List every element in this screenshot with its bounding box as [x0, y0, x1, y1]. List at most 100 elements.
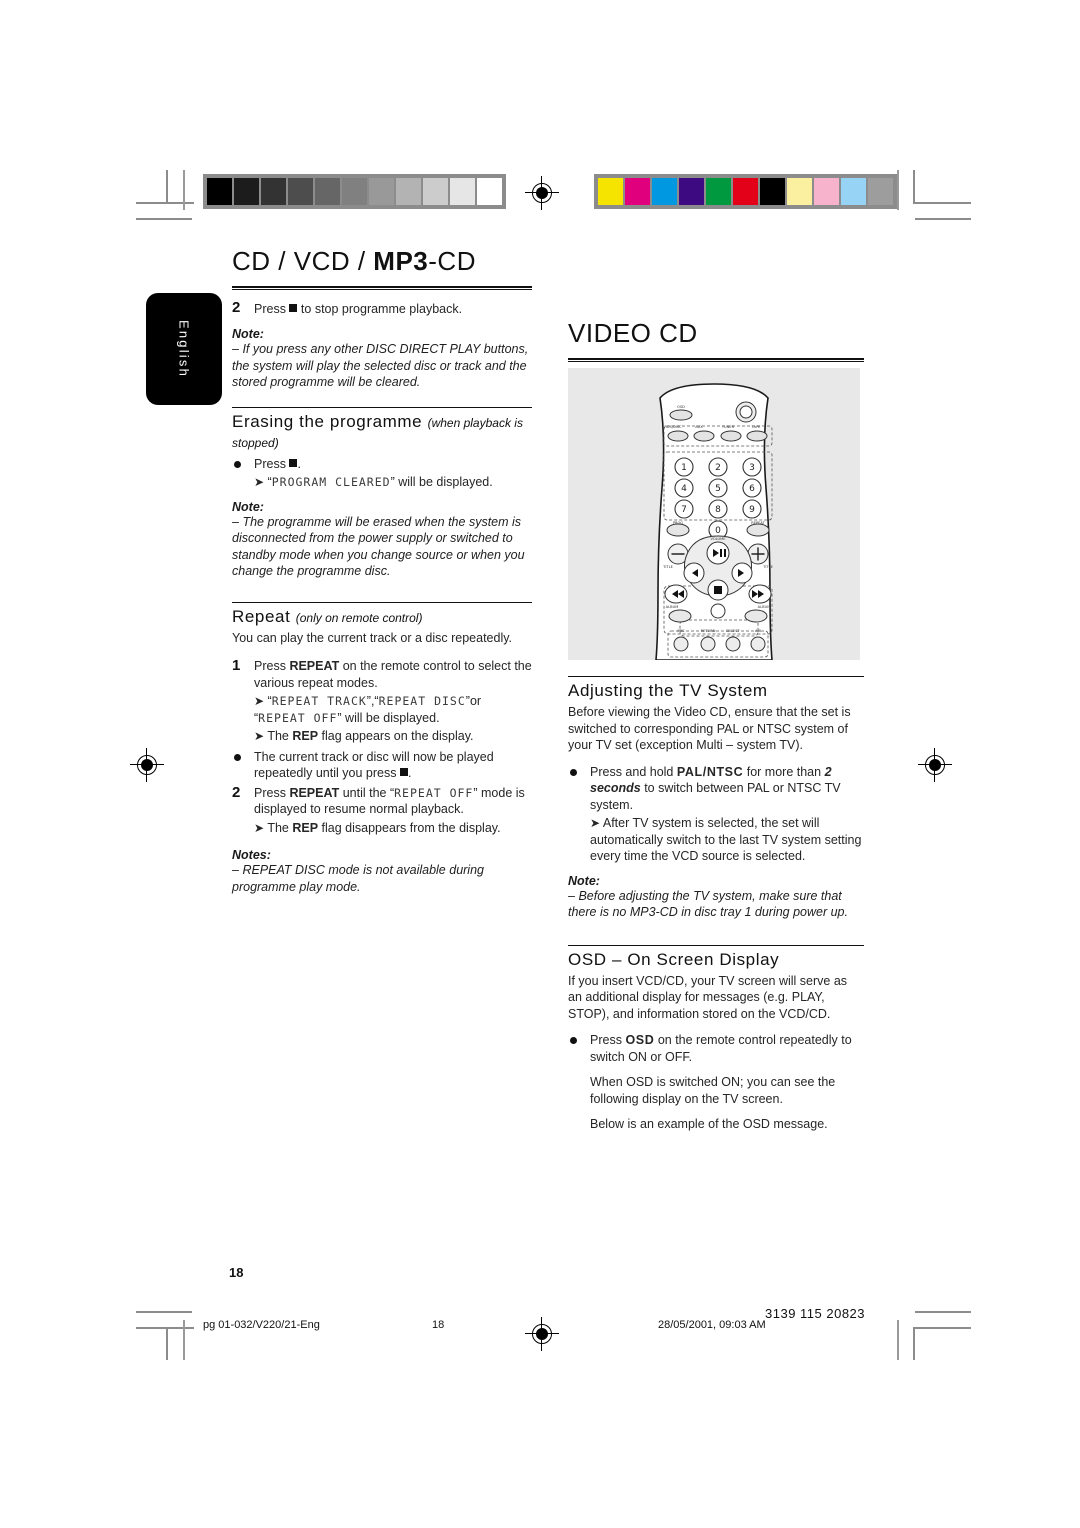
- language-tab: English: [146, 293, 222, 405]
- step-repeat-1-flag: ➤ The REP flag appears on the display.: [254, 729, 474, 743]
- page-number: 18: [229, 1265, 244, 1280]
- chapter-title-part-a: CD / VCD /: [232, 246, 374, 276]
- footer-document-code: 3139 115 20823: [765, 1306, 866, 1321]
- svg-text:TAPE: TAPE: [751, 425, 762, 429]
- svg-text:ALBUM: ALBUM: [666, 605, 679, 609]
- erasing-display-line: ➤ “PROGRAM CLEARED” will be displayed.: [254, 475, 493, 489]
- rep-flag-label: REP: [292, 729, 319, 743]
- color-swatch-0: [598, 178, 623, 205]
- crop-mark-bottom-right-h2: [915, 1311, 971, 1313]
- bullet-dot-icon: [570, 768, 577, 776]
- grayscale-calibration-bar: [203, 174, 506, 209]
- section-heading-tv-system: Adjusting the TV System: [568, 681, 768, 700]
- left-column: CD / VCD / MP3-CD 2 Press to stop progra…: [232, 246, 532, 895]
- color-swatch-9: [841, 178, 866, 205]
- rep-flag-label: REP: [292, 820, 319, 835]
- step-repeat-1-text: Press REPEAT on the remote control to se…: [254, 659, 532, 690]
- chapter-title-rule: [232, 286, 532, 290]
- svg-text:TITLE: TITLE: [662, 565, 673, 569]
- footer-filename: pg 01-032/V220/21-Eng: [203, 1319, 320, 1331]
- bullet-pal-ntsc-text: Press and hold PAL/NTSC for more than 2 …: [590, 764, 841, 812]
- bullet-press-stop: Press . ➤ “PROGRAM CLEARED” will be disp…: [232, 456, 532, 491]
- arrow-right-icon: ➤: [254, 820, 265, 835]
- step-stop-programme: 2 Press to stop programme playback.: [232, 299, 532, 318]
- stop-square-icon: [289, 304, 298, 312]
- right-column: VIDEO CD: [568, 318, 864, 372]
- grayscale-swatch-10: [477, 178, 502, 205]
- svg-text:OSD: OSD: [677, 405, 685, 409]
- grayscale-swatch-6: [369, 178, 394, 205]
- svg-text:ALBUM: ALBUM: [758, 605, 771, 609]
- lcd-text-repeat-off: REPEAT OFF: [258, 710, 338, 725]
- color-swatch-6: [760, 178, 785, 205]
- crop-mark-top-left-h: [136, 202, 194, 204]
- grayscale-swatch-7: [396, 178, 421, 205]
- crop-mark-top-right-h: [913, 202, 971, 204]
- step-number: 2: [232, 783, 241, 801]
- footer-page-number: 18: [432, 1319, 445, 1331]
- svg-text:TUNER: TUNER: [721, 425, 735, 429]
- note-body-1: – If you press any other DISC DIRECT PLA…: [232, 342, 529, 389]
- svg-text:9: 9: [749, 505, 755, 515]
- key-repeat: REPEAT: [289, 659, 340, 673]
- stop-square-icon: [289, 458, 298, 467]
- notes-body-repeat: – REPEAT DISC mode is not available duri…: [232, 863, 484, 894]
- svg-text:VOLUME: VOLUME: [710, 537, 726, 541]
- crop-mark-bottom-left-bar: [183, 1320, 185, 1360]
- chapter-title-part-b: MP3: [373, 246, 429, 276]
- tv-system-arrow-note: ➤ After TV system is selected, the set w…: [590, 816, 862, 863]
- crop-mark-top-left-h2: [136, 218, 192, 220]
- svg-text:8: 8: [715, 505, 721, 515]
- key-pal-ntsc: PAL/NTSC: [676, 764, 744, 779]
- step-repeat-1: 1 Press REPEAT on the remote control to …: [232, 657, 532, 745]
- crop-mark-bottom-right-h: [913, 1327, 971, 1329]
- grayscale-swatch-2: [261, 178, 286, 205]
- svg-text:3: 3: [749, 463, 755, 473]
- repeat-intro: You can play the current track or a disc…: [232, 630, 513, 645]
- repeat-section-rule: [232, 601, 532, 603]
- color-swatch-7: [787, 178, 812, 205]
- svg-text:7: 7: [681, 505, 687, 515]
- crop-mark-bottom-right-bar: [897, 1320, 899, 1360]
- grayscale-swatch-5: [342, 178, 367, 205]
- crop-mark-top-right-v: [913, 170, 915, 203]
- arrow-right-icon: ➤: [590, 816, 601, 830]
- note-label-tv-system: Note:: [568, 873, 600, 888]
- color-swatch-8: [814, 178, 839, 205]
- svg-text:DIGEST: DIGEST: [726, 629, 740, 633]
- registration-mark-top: [525, 176, 559, 210]
- note-label-erasing: Note:: [232, 499, 264, 514]
- section-heading-repeat-sub: (only on remote control): [295, 610, 423, 625]
- section-heading-repeat: Repeat (only on remote control): [232, 606, 423, 626]
- svg-text:RDS/DISC: RDS/DISC: [664, 425, 682, 429]
- color-swatch-10: [868, 178, 893, 205]
- tv-system-rule: [568, 676, 864, 677]
- osd-para-3: Below is an example of the OSD message.: [590, 1117, 828, 1131]
- section-heading-osd: OSD – On Screen Display: [568, 949, 780, 969]
- step-repeat-2-flag: ➤ The REP flag disappears from the displ…: [254, 820, 501, 835]
- svg-text:PROG: PROG: [673, 521, 683, 525]
- remote-control-svg: 123 456 789 0 OSD RDS/DISC AUX TUNER TAP…: [655, 383, 774, 660]
- note-body-erasing: – The programme will be erased when the …: [232, 514, 525, 579]
- step-repeat-2-text: Press REPEAT until the “REPEAT OFF” mode…: [254, 785, 525, 817]
- footer-timestamp: 28/05/2001, 09:03 AM: [658, 1319, 766, 1331]
- color-calibration-bar: [594, 174, 897, 209]
- right-column-text: Adjusting the TV System Before viewing t…: [568, 676, 864, 1135]
- bullet-repeat-play: The current track or disc will now be pl…: [232, 749, 532, 782]
- svg-text:1: 1: [681, 463, 687, 473]
- arrow-right-icon: ➤: [254, 475, 265, 489]
- bullet-osd: Press OSD on the remote control repeated…: [568, 1032, 864, 1133]
- arrow-right-icon: ➤: [254, 694, 265, 708]
- color-swatch-2: [652, 178, 677, 205]
- step-number: 2: [232, 299, 241, 316]
- svg-text:AUX: AUX: [695, 425, 703, 429]
- osd-section-rule: [568, 944, 864, 946]
- registration-mark-right: [918, 748, 952, 782]
- osd-intro: If you insert VCD/CD, your TV screen wil…: [568, 973, 848, 1021]
- grayscale-swatch-1: [234, 178, 259, 205]
- lcd-text-repeat-track: REPEAT TRACK: [271, 694, 367, 708]
- svg-text:REPEAT: REPEAT: [751, 521, 765, 525]
- crop-mark-bottom-left-v: [166, 1327, 168, 1360]
- grayscale-swatch-0: [207, 178, 232, 205]
- bullet-dot-icon: [234, 753, 241, 761]
